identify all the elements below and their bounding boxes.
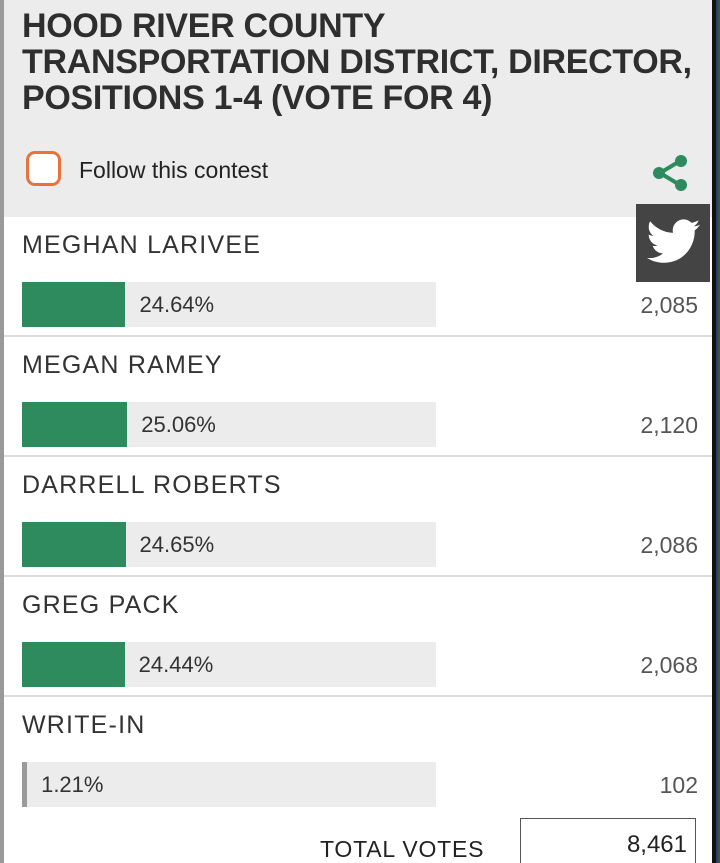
candidate-name: MEGHAN LARIVEE [22, 231, 262, 259]
twitter-share-button[interactable] [636, 204, 710, 282]
candidate-row: WRITE-IN 1.21% 102 [4, 697, 712, 817]
vote-bar-track: 24.65% [22, 522, 436, 567]
total-votes-label: TOTAL VOTES [320, 836, 485, 862]
vote-percent: 24.44% [138, 652, 214, 677]
candidate-name: WRITE-IN [22, 711, 146, 739]
total-votes-footer: TOTAL VOTES 8,461 [4, 808, 712, 863]
vote-bar-fill [22, 282, 126, 327]
vote-count: 2,068 [640, 652, 698, 678]
vote-bar-track: 24.64% [22, 282, 436, 327]
contest-card: HOOD RIVER COUNTY TRANSPORTATION DISTRIC… [4, 0, 712, 863]
vote-bar-fill [22, 762, 28, 807]
candidate-row: MEGAN RAMEY 25.06% 2,120 [4, 337, 712, 457]
twitter-bird-icon [646, 219, 701, 263]
vote-count: 2,086 [640, 532, 698, 558]
follow-contest-checkbox[interactable] [26, 151, 61, 186]
candidate-name: DARRELL ROBERTS [22, 471, 282, 499]
vote-percent: 24.64% [139, 292, 215, 317]
candidate-name: MEGAN RAMEY [22, 351, 223, 379]
vote-bar-track: 24.44% [22, 642, 436, 687]
total-votes-value: 8,461 [626, 831, 687, 858]
screen: HOOD RIVER COUNTY TRANSPORTATION DISTRIC… [0, 0, 720, 863]
vote-bar-fill [22, 522, 126, 567]
vote-percent: 24.65% [139, 532, 215, 557]
vote-count: 2,085 [640, 292, 698, 318]
total-votes-box: 8,461 [520, 818, 696, 863]
vote-bar-track: 1.21% [22, 762, 436, 807]
candidate-row: MEGHAN LARIVEE 24.64% 2,085 [4, 217, 712, 337]
vote-count: 2,120 [640, 412, 698, 438]
follow-contest-label[interactable]: Follow this contest [79, 157, 268, 184]
vote-bar-fill [22, 402, 128, 447]
window-edge-right [712, 0, 720, 863]
candidate-name: GREG PACK [22, 591, 180, 619]
vote-count: 102 [659, 772, 698, 798]
contest-header: HOOD RIVER COUNTY TRANSPORTATION DISTRIC… [4, 0, 712, 217]
candidate-row: GREG PACK 24.44% 2,068 [4, 577, 712, 697]
vote-percent: 1.21% [41, 772, 104, 797]
vote-bar-track: 25.06% [22, 402, 436, 447]
vote-percent: 25.06% [141, 412, 216, 437]
contest-title: HOOD RIVER COUNTY TRANSPORTATION DISTRIC… [22, 7, 692, 117]
vote-bar-fill [22, 642, 125, 687]
candidate-row: DARRELL ROBERTS 24.65% 2,086 [4, 457, 712, 577]
share-icon[interactable] [650, 154, 690, 192]
